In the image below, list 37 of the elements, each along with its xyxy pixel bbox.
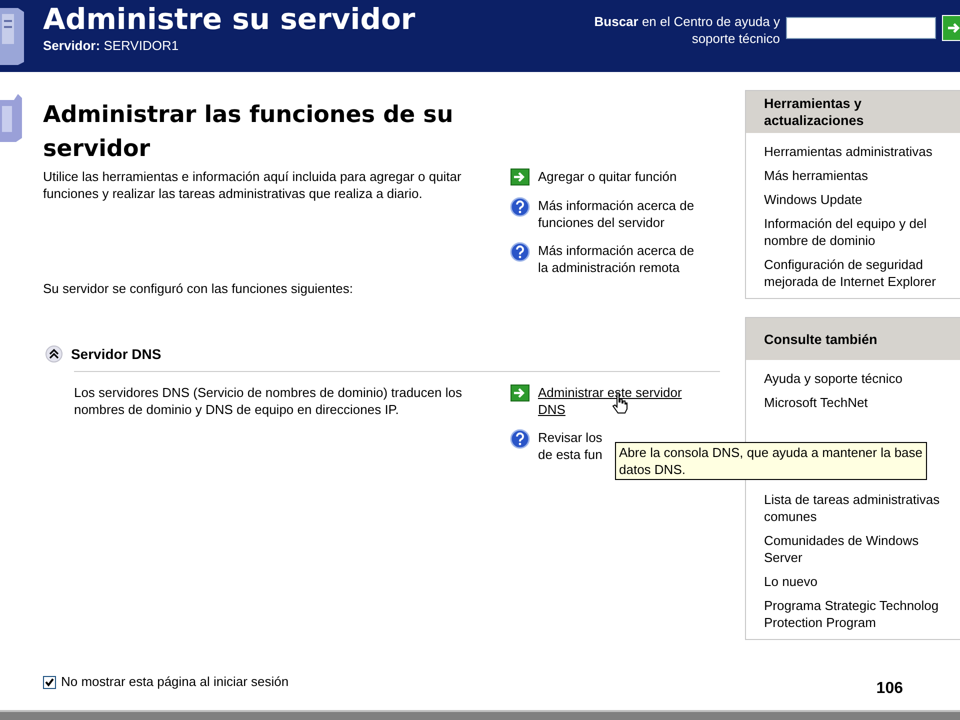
help-icon: [510, 429, 530, 449]
task-link[interactable]: Revisar los de esta fun: [538, 429, 602, 463]
task-link[interactable]: Más información acerca de la administración remota: [538, 242, 694, 276]
panel-link[interactable]: Programa Strategic Technolog Protection Program: [764, 597, 952, 631]
panel-link[interactable]: Herramientas administrativas: [764, 143, 952, 160]
role-description: Los servidores DNS (Servicio de nombres de dominio) traducen los nombres de dominio y DNS de equipo en direcciones IP.: [74, 384, 463, 419]
go-button[interactable]: [942, 15, 960, 41]
page-number: 106: [876, 680, 903, 698]
search-label: Buscar en el Centro de ayuda y soporte técnico: [593, 13, 780, 47]
help-icon: [510, 242, 530, 262]
panel-link[interactable]: Lista de tareas administrativas comunes: [764, 491, 952, 525]
task-link[interactable]: Más información acerca de funciones del servidor: [538, 197, 694, 231]
task-link[interactable]: Agregar o quitar función: [538, 168, 677, 185]
panel-link[interactable]: Microsoft TechNet: [764, 394, 952, 411]
help-icon: [510, 197, 530, 217]
tooltip: Abre la consola DNS, que ayuda a mantener la base datos DNS.: [615, 442, 927, 480]
description: Utilice las herramientas e información aquí incluida para agregar o quitar funciones y realizar las tareas administrativas que realiza a diario.: [42, 168, 462, 202]
panel-link[interactable]: Windows Update: [764, 191, 952, 208]
panel-link[interactable]: Configuración de seguridad mejorada de Internet Explorer: [764, 256, 952, 290]
checkbox[interactable]: [43, 676, 56, 689]
window-title: Administre su servidor: [43, 2, 416, 36]
panel-link[interactable]: Lo nuevo: [764, 573, 952, 590]
panel-link[interactable]: Información del equipo y del nombre de dominio: [764, 215, 952, 249]
panel-title: Consulte también: [746, 318, 960, 360]
search-field[interactable]: [786, 17, 936, 39]
panel-link[interactable]: Ayuda y soporte técnico: [764, 370, 952, 387]
panel-title: Herramientas y actualizaciones: [746, 91, 960, 133]
arrow-icon: [946, 21, 960, 35]
checkmark-icon: [45, 678, 54, 687]
page-title: Administrar las funciones de su servidor: [42, 101, 454, 164]
panel-link[interactable]: Más herramientas: [764, 167, 952, 184]
checkbox-label[interactable]: No mostrar esta página al iniciar sesión: [61, 674, 289, 689]
configured-label: Su servidor se configuró con las funciones siguientes:: [42, 280, 354, 297]
panel-link[interactable]: Comunidades de Windows Server: [764, 532, 952, 566]
collapse-icon[interactable]: [44, 345, 63, 363]
role-title: Servidor DNS: [70, 346, 162, 362]
server-name: Servidor: SERVIDOR1: [43, 38, 180, 53]
